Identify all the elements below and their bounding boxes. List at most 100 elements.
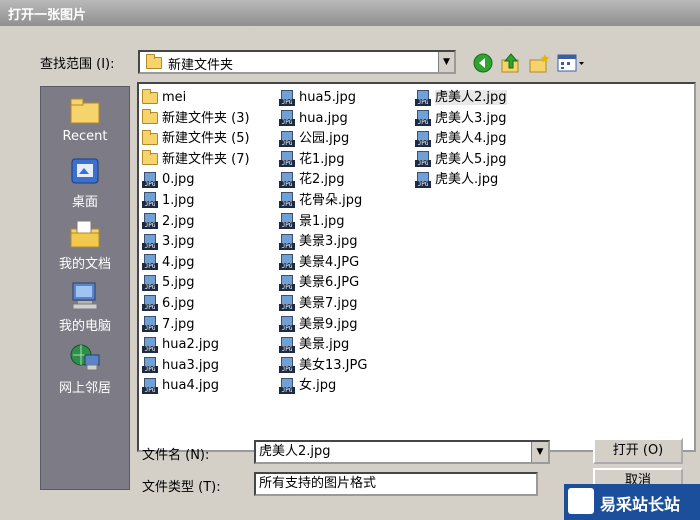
file-name: hua5.jpg (299, 90, 356, 105)
place-label: 网上邻居 (58, 381, 111, 396)
title-bar[interactable]: 打开一张图片 (0, 0, 700, 26)
file-name: 景1.jpg (299, 213, 345, 229)
file-name: 美景6.JPG (299, 275, 360, 291)
lookin-dropdown-button[interactable]: ▼ (438, 52, 454, 72)
file-item[interactable]: mei (142, 88, 250, 109)
jpg-file-icon: JPG (415, 130, 431, 147)
filename-value: 虎美人2.jpg (259, 444, 331, 459)
file-item[interactable]: JPG 美景6.JPG (279, 273, 367, 294)
file-item[interactable]: JPG 美景4.JPG (279, 253, 367, 274)
file-item[interactable]: JPG 美女13.JPG (279, 356, 367, 377)
jpg-file-icon: JPG (142, 295, 158, 312)
file-list[interactable]: mei 新建文件夹 (3) 新建文件夹 (5) 新建文件夹 (7) JPG 0.jpg JP… (137, 82, 696, 452)
watermark-logo: 易采站长站 (564, 484, 700, 520)
file-name: 2.jpg (162, 213, 195, 229)
place-desktop[interactable]: 桌面 (41, 157, 129, 210)
jpg-file-icon: JPG (142, 192, 158, 209)
place-recent[interactable]: Recent (41, 95, 129, 144)
jpg-file-icon: JPG (279, 377, 295, 394)
file-name: 美景9.jpg (299, 316, 358, 332)
file-item[interactable]: JPG 花1.jpg (279, 150, 367, 171)
file-item[interactable]: JPG 6.jpg (142, 294, 250, 315)
file-item[interactable]: JPG 景1.jpg (279, 212, 367, 233)
file-item[interactable]: JPG 花2.jpg (279, 170, 367, 191)
file-name: 花骨朵.jpg (299, 192, 363, 208)
view-menu-icon[interactable] (556, 52, 586, 74)
jpg-file-icon: JPG (279, 171, 295, 188)
file-item[interactable]: JPG 公园.jpg (279, 129, 367, 150)
file-item[interactable]: JPG 7.jpg (142, 315, 250, 336)
open-button[interactable]: 打开 (O) (593, 438, 683, 464)
my-computer-icon (69, 281, 101, 311)
file-item[interactable]: JPG 虎美人5.jpg (415, 150, 507, 171)
file-item[interactable]: JPG 5.jpg (142, 273, 250, 294)
filename-input[interactable]: 虎美人2.jpg ▼ (254, 440, 550, 464)
file-name: 虎美人.jpg (435, 172, 499, 188)
jpg-file-icon: JPG (279, 89, 295, 106)
file-item[interactable]: JPG 1.jpg (142, 191, 250, 212)
jpg-file-icon: JPG (142, 357, 158, 374)
place-my-computer[interactable]: 我的电脑 (41, 281, 129, 334)
places-bar: Recent 桌面 我的文档 我的电脑 网上邻居 (40, 86, 130, 490)
jpg-file-icon: JPG (415, 89, 431, 106)
file-item[interactable]: JPG 美景7.jpg (279, 294, 367, 315)
file-item[interactable]: JPG 虎美人4.jpg (415, 129, 507, 150)
file-item[interactable]: JPG 花骨朵.jpg (279, 191, 367, 212)
file-name: hua4.jpg (162, 378, 219, 394)
file-item[interactable]: JPG 美景3.jpg (279, 232, 367, 253)
jpg-file-icon: JPG (142, 213, 158, 230)
watermark-text: 易采站长站 (600, 495, 681, 514)
file-item[interactable]: JPG 虎美人3.jpg (415, 109, 507, 130)
back-icon[interactable] (472, 52, 494, 74)
watermark-icon (568, 488, 594, 514)
jpg-file-icon: JPG (279, 274, 295, 291)
file-name: 6.jpg (162, 295, 195, 311)
place-network[interactable]: 网上邻居 (41, 343, 129, 396)
file-item[interactable]: 新建文件夹 (7) (142, 150, 250, 171)
file-name: 4.jpg (162, 254, 195, 270)
file-name: 3.jpg (162, 234, 195, 250)
file-item[interactable]: JPG 美景.jpg (279, 335, 367, 356)
file-item[interactable]: JPG 2.jpg (142, 212, 250, 233)
jpg-file-icon: JPG (279, 192, 295, 209)
file-item[interactable]: 新建文件夹 (3) (142, 109, 250, 130)
file-item[interactable]: JPG 3.jpg (142, 232, 250, 253)
up-folder-icon[interactable] (500, 52, 522, 74)
place-label: Recent (62, 129, 108, 144)
file-item[interactable]: JPG hua.jpg (279, 109, 367, 130)
place-my-documents[interactable]: 我的文档 (41, 219, 129, 272)
file-column-2: JPG hua5.jpg JPG hua.jpg JPG 公园.jpg JPG 花1.jpg J… (279, 88, 367, 397)
file-name: 公园.jpg (299, 131, 350, 147)
place-label: 桌面 (71, 195, 98, 210)
filename-dropdown-button[interactable]: ▼ (531, 442, 548, 462)
file-item[interactable]: JPG hua5.jpg (279, 88, 367, 109)
filename-label: 文件名 (N): (142, 448, 210, 463)
file-item[interactable]: JPG 0.jpg (142, 170, 250, 191)
file-name: 美景3.jpg (299, 234, 358, 250)
file-item[interactable]: JPG 美景9.jpg (279, 315, 367, 336)
folder-icon (146, 54, 162, 69)
file-name: 虎美人3.jpg (435, 110, 507, 126)
file-name: 0.jpg (162, 172, 195, 188)
file-item[interactable]: JPG 虎美人2.jpg (415, 88, 507, 109)
file-item[interactable]: JPG hua3.jpg (142, 356, 250, 377)
my-documents-icon (69, 219, 101, 249)
file-item[interactable]: JPG hua4.jpg (142, 376, 250, 397)
file-item[interactable]: JPG 虎美人.jpg (415, 170, 507, 191)
file-name: 美女13.JPG (299, 357, 368, 373)
jpg-file-icon: JPG (142, 316, 158, 333)
file-item[interactable]: JPG 女.jpg (279, 376, 367, 397)
file-name: 新建文件夹 (7) (162, 151, 250, 167)
filetype-select[interactable]: 所有支持的图片格式 (254, 472, 538, 496)
file-item[interactable]: 新建文件夹 (5) (142, 129, 250, 150)
file-item[interactable]: JPG 4.jpg (142, 253, 250, 274)
folder-icon (142, 88, 158, 104)
lookin-combo[interactable]: 新建文件夹 ▼ (138, 50, 456, 74)
file-column-3: JPG 虎美人2.jpg JPG 虎美人3.jpg JPG 虎美人4.jpg JPG 虎美人5… (415, 88, 507, 191)
file-name: 虎美人5.jpg (435, 151, 507, 167)
filetype-value: 所有支持的图片格式 (259, 476, 377, 491)
new-folder-icon[interactable] (528, 52, 550, 74)
place-label: 我的文档 (58, 257, 111, 272)
file-item[interactable]: JPG hua2.jpg (142, 335, 250, 356)
file-name: mei (162, 90, 187, 105)
